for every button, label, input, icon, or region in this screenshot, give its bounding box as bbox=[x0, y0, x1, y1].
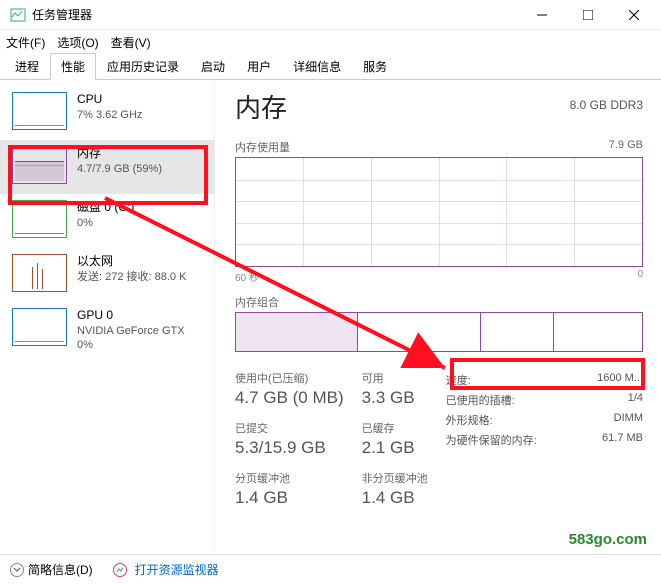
sidebar-item-ethernet[interactable]: 以太网发送: 272 接收: 88.0 K bbox=[0, 248, 214, 302]
paged-label: 分页缓冲池 bbox=[235, 470, 344, 486]
chevron-down-icon[interactable] bbox=[10, 563, 24, 577]
cached-value: 2.1 GB bbox=[362, 438, 428, 458]
form-label: 外形规格: bbox=[446, 412, 493, 428]
minimize-button[interactable] bbox=[519, 0, 565, 30]
disk-label: 磁盘 0 (C:) bbox=[77, 200, 134, 216]
sidebar-item-cpu[interactable]: CPU7% 3.62 GHz bbox=[0, 86, 214, 140]
watermark: 583go.com bbox=[569, 531, 647, 548]
gpu-detail: NVIDIA GeForce GTX 0% bbox=[77, 324, 185, 353]
disk-thumb bbox=[12, 200, 67, 238]
page-title: 内存 bbox=[235, 88, 287, 125]
memory-label: 内存 bbox=[77, 146, 162, 162]
slots-label: 已使用的插槽: bbox=[446, 392, 515, 408]
menubar: 文件(F) 选项(O) 查看(V) bbox=[0, 30, 661, 54]
axis-left: 60 秒 bbox=[235, 269, 259, 284]
memory-detail: 4.7/7.9 GB (59%) bbox=[77, 162, 162, 176]
tab-details[interactable]: 详细信息 bbox=[282, 53, 352, 80]
usage-max: 7.9 GB bbox=[609, 139, 643, 155]
cpu-detail: 7% 3.62 GHz bbox=[77, 108, 142, 122]
sidebar-item-memory[interactable]: 内存4.7/7.9 GB (59%) bbox=[0, 140, 214, 194]
reserved-value: 61.7 MB bbox=[602, 432, 643, 448]
avail-label: 可用 bbox=[362, 370, 428, 386]
commit-value: 5.3/15.9 GB bbox=[235, 438, 344, 458]
menu-file[interactable]: 文件(F) bbox=[6, 34, 45, 51]
sidebar-item-gpu[interactable]: GPU 0NVIDIA GeForce GTX 0% bbox=[0, 302, 214, 362]
brief-info-link[interactable]: 简略信息(D) bbox=[28, 561, 93, 578]
usage-graph bbox=[235, 157, 643, 267]
app-icon bbox=[10, 7, 26, 23]
commit-label: 已提交 bbox=[235, 420, 344, 436]
inuse-value: 4.7 GB (0 MB) bbox=[235, 388, 344, 408]
gpu-thumb bbox=[12, 308, 67, 346]
tabs: 进程 性能 应用历史记录 启动 用户 详细信息 服务 bbox=[0, 54, 661, 80]
composition-bar bbox=[235, 312, 643, 352]
inuse-label: 使用中(已压缩) bbox=[235, 370, 344, 386]
footer: 简略信息(D) 打开资源监视器 bbox=[0, 554, 661, 584]
ethernet-label: 以太网 bbox=[77, 254, 186, 270]
tab-services[interactable]: 服务 bbox=[352, 53, 398, 80]
nonpaged-value: 1.4 GB bbox=[362, 488, 428, 508]
sidebar: CPU7% 3.62 GHz 内存4.7/7.9 GB (59%) 磁盘 0 (… bbox=[0, 80, 215, 550]
paged-value: 1.4 GB bbox=[235, 488, 344, 508]
form-value: DIMM bbox=[614, 412, 643, 428]
reserved-label: 为硬件保留的内存: bbox=[446, 432, 537, 448]
composition-label: 内存组合 bbox=[235, 294, 643, 310]
memory-thumb bbox=[12, 146, 67, 184]
maximize-button[interactable] bbox=[565, 0, 611, 30]
main-panel: 内存 8.0 GB DDR3 内存使用量 7.9 GB 60 秒 0 内存组合 使用… bbox=[215, 80, 661, 550]
monitor-icon[interactable] bbox=[113, 563, 127, 577]
cached-label: 已缓存 bbox=[362, 420, 428, 436]
tab-performance[interactable]: 性能 bbox=[50, 53, 96, 80]
disk-detail: 0% bbox=[77, 216, 134, 230]
usage-label: 内存使用量 bbox=[235, 139, 290, 155]
cpu-label: CPU bbox=[77, 92, 142, 108]
gpu-label: GPU 0 bbox=[77, 308, 185, 324]
tab-users[interactable]: 用户 bbox=[236, 53, 282, 80]
avail-value: 3.3 GB bbox=[362, 388, 428, 408]
speed-label: 速度: bbox=[446, 372, 471, 388]
ethernet-detail: 发送: 272 接收: 88.0 K bbox=[77, 270, 186, 284]
slots-value: 1/4 bbox=[628, 392, 643, 408]
axis-right: 0 bbox=[637, 269, 643, 284]
tab-history[interactable]: 应用历史记录 bbox=[96, 53, 190, 80]
menu-options[interactable]: 选项(O) bbox=[57, 34, 98, 51]
memory-total: 8.0 GB DDR3 bbox=[570, 98, 643, 112]
menu-view[interactable]: 查看(V) bbox=[111, 34, 151, 51]
speed-value: 1600 M... bbox=[597, 372, 643, 388]
close-button[interactable] bbox=[611, 0, 657, 30]
cpu-thumb bbox=[12, 92, 67, 130]
tab-startup[interactable]: 启动 bbox=[190, 53, 236, 80]
resource-monitor-link[interactable]: 打开资源监视器 bbox=[135, 561, 219, 578]
nonpaged-label: 非分页缓冲池 bbox=[362, 470, 428, 486]
window-title: 任务管理器 bbox=[32, 6, 519, 23]
ethernet-thumb bbox=[12, 254, 67, 292]
sidebar-item-disk[interactable]: 磁盘 0 (C:)0% bbox=[0, 194, 214, 248]
tab-processes[interactable]: 进程 bbox=[4, 53, 50, 80]
